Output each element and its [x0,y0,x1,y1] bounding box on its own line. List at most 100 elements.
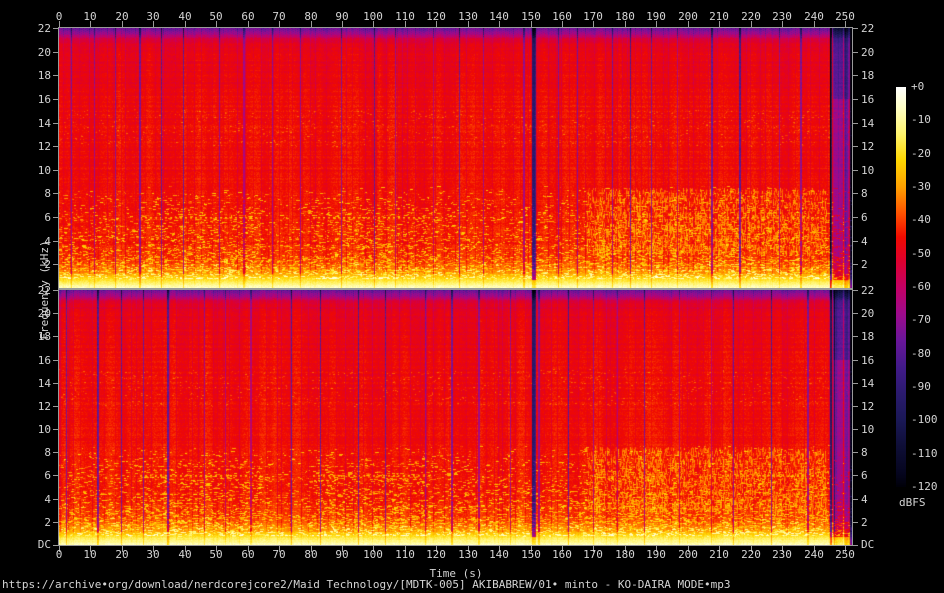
freq-tick-label: 2 [861,258,868,271]
freq-tick-label: 14 [861,117,875,130]
time-tick-label: 10 [83,548,97,561]
time-tick-label: 40 [178,548,192,561]
freq-tick [852,146,858,147]
colorbar-tick-label: -50 [911,246,931,260]
freq-tick-label: 10 [37,423,51,436]
freq-tick-label: 14 [37,377,51,390]
freq-tick [852,28,858,29]
time-tick-label: 240 [804,548,824,561]
freq-tick [852,241,858,242]
colorbar-tick-label: +0 [911,80,925,93]
freq-tick-label: 8 [861,187,868,200]
freq-tick-label: 14 [37,117,51,130]
time-tick-label: 40 [178,10,192,23]
freq-tick-label: 10 [861,423,875,436]
colorbar-tick-label: -100 [911,413,938,427]
freq-tick-label: 6 [44,469,51,482]
time-tick-label: 60 [241,10,255,23]
freq-tick [852,429,858,430]
freq-tick [852,193,858,194]
time-tick-label: 230 [772,10,792,23]
time-tick-label: 80 [304,10,318,23]
freq-tick [53,406,59,407]
freq-tick-label: 10 [37,164,51,177]
time-tick-label: 220 [741,548,761,561]
freq-tick [852,217,858,218]
freq-tick-label: 8 [44,446,51,459]
freq-tick-label: 10 [861,164,875,177]
time-tick-label: 80 [304,548,318,561]
freq-tick-label: 18 [37,330,51,343]
time-tick-label: 190 [646,548,666,561]
freq-tick [53,193,59,194]
freq-tick-label: 4 [44,493,51,506]
time-tick-label: 210 [709,548,729,561]
freq-tick [852,313,858,314]
time-tick-label: 200 [678,10,698,23]
time-tick-label: 100 [363,10,383,23]
freq-tick [53,264,59,265]
freq-tick [852,406,858,407]
freq-tick-label: 8 [44,187,51,200]
time-tick-label: 140 [489,10,509,23]
time-tick-label: 10 [83,10,97,23]
freq-tick-label: 20 [37,46,51,59]
freq-tick [53,452,59,453]
time-tick-label: 70 [272,548,286,561]
freq-tick-label: DC [861,538,875,551]
freq-tick-label: 12 [861,140,875,153]
time-tick-label: 160 [552,548,572,561]
spectrogram-viewer: Frequency (kHz) 0 0 10 10 20 20 30 30 40 40 50 50 60… [0,0,944,593]
time-tick-label: 150 [521,548,541,561]
time-tick-label: 100 [363,548,383,561]
colorbar-tick-label: -70 [911,313,931,327]
colorbar-unit-label: dBFS [899,496,926,509]
freq-tick [852,264,858,265]
freq-tick [53,360,59,361]
time-tick-label: 130 [458,10,478,23]
time-tick-label: 20 [115,10,129,23]
freq-tick [53,75,59,76]
freq-tick-label: 2 [44,516,51,529]
freq-tick [53,383,59,384]
colorbar-tick-label: -20 [911,146,931,160]
freq-tick [53,28,59,29]
colorbar-tick-label: -90 [911,380,931,393]
time-tick-label: 240 [804,10,824,23]
freq-tick [53,123,59,124]
colorbar-tick-label: -30 [911,180,931,193]
colorbar-tick-label: -80 [911,346,931,360]
colorbar-tick-label: -60 [911,280,931,293]
freq-tick-label: 6 [44,211,51,224]
colorbar-tick-label: -120 [911,480,938,493]
freq-tick-label: 16 [37,93,51,106]
time-tick-label: 110 [395,548,415,561]
time-tick-label: 250 [835,548,855,561]
time-tick-label: 120 [426,10,446,23]
freq-tick-label: 18 [861,330,875,343]
freq-tick [852,475,858,476]
freq-tick-label: 14 [861,377,875,390]
freq-tick [53,99,59,100]
freq-tick [53,336,59,337]
source-path: https://archive•org/download/nerdcorejco… [2,578,731,591]
time-tick-label: 210 [709,10,729,23]
freq-tick-label: 12 [37,400,51,413]
freq-tick [53,290,59,291]
time-tick-label: 150 [521,10,541,23]
time-tick-label: 50 [209,10,223,23]
time-tick-label: 220 [741,10,761,23]
time-tick-label: 50 [209,548,223,561]
freq-tick [53,545,59,546]
freq-tick-label: 4 [861,235,868,248]
colorbar-tick-label: -110 [911,446,938,460]
time-tick-label: 170 [583,10,603,23]
freq-tick [852,522,858,523]
time-tick-label: 20 [115,548,129,561]
freq-tick-label: 22 [37,284,51,297]
freq-tick-label: 12 [861,400,875,413]
freq-tick [852,383,858,384]
freq-tick-label: 16 [861,354,875,367]
freq-tick-label: 22 [37,22,51,35]
time-tick-label: 90 [335,10,349,23]
